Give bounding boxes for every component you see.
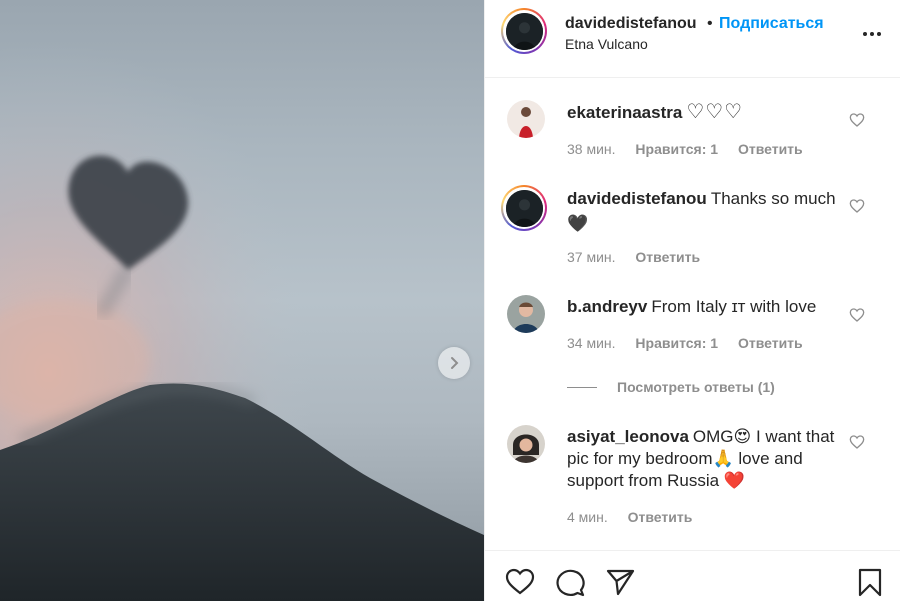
commenter-avatar[interactable] xyxy=(501,185,547,231)
heart-icon xyxy=(849,308,865,322)
comment-like-button[interactable] xyxy=(849,434,865,450)
volcano-photo-image xyxy=(0,0,484,601)
heart-icon xyxy=(849,199,865,213)
comment-username[interactable]: ekaterinaastra xyxy=(567,103,682,122)
commenter-avatar[interactable] xyxy=(507,295,545,333)
comment-like-button[interactable] xyxy=(849,112,865,128)
heart-icon xyxy=(849,113,865,127)
save-button[interactable] xyxy=(855,567,885,597)
comment-like-button[interactable] xyxy=(849,307,865,323)
comment-text: Thanks so much xyxy=(710,189,836,208)
author-avatar-image xyxy=(505,12,543,50)
bookmark-icon xyxy=(858,568,882,597)
reply-button[interactable]: Ответить xyxy=(635,249,700,265)
commenter-avatar-image xyxy=(507,295,545,333)
like-button[interactable] xyxy=(505,567,535,597)
replies-divider-line xyxy=(567,386,597,388)
view-replies-button[interactable]: Посмотреть ответы (1) xyxy=(567,377,775,397)
reply-button[interactable]: Ответить xyxy=(738,141,803,157)
comment-username[interactable]: davidedistefanou xyxy=(567,189,707,208)
post-header: davidedistefanou • Подписаться Etna Vulc… xyxy=(485,0,900,78)
more-horizontal-icon xyxy=(863,32,867,36)
comment-like-button[interactable] xyxy=(849,198,865,214)
separator-dot: • xyxy=(707,15,713,32)
comment-text: From Italy ɪᴛ with love xyxy=(651,297,817,316)
commenter-avatar[interactable] xyxy=(507,100,545,138)
comment-likes-count[interactable]: Нравится: 1 xyxy=(635,335,718,351)
black-heart-emoji: 🖤 xyxy=(567,214,589,233)
paper-plane-icon xyxy=(606,569,635,596)
commenter-avatar-image xyxy=(507,100,545,138)
commenter-avatar-image xyxy=(507,425,545,463)
author-username[interactable]: davidedistefanou xyxy=(565,15,697,33)
reply-button[interactable]: Ответить xyxy=(738,335,803,351)
post-photo[interactable] xyxy=(0,0,484,601)
commenter-avatar[interactable] xyxy=(507,425,545,463)
comment-button[interactable] xyxy=(555,567,585,597)
view-replies-label: Посмотреть ответы (1) xyxy=(617,379,775,395)
comment-username[interactable]: b.andreyv xyxy=(567,297,647,316)
commenter-avatar-image xyxy=(505,189,543,227)
comment-time[interactable]: 34 мин. xyxy=(567,335,616,351)
comment-likes-count[interactable]: Нравится: 1 xyxy=(635,141,718,157)
post-location[interactable]: Etna Vulcano xyxy=(565,36,648,52)
post-side-panel: davidedistefanou • Подписаться Etna Vulc… xyxy=(484,0,900,601)
heart-icon xyxy=(505,568,535,595)
comments-list: ekaterinaastra ♡♡♡ 38 мин. Нравится: 1 От… xyxy=(485,79,900,549)
comment-text-part: OMG xyxy=(692,427,734,446)
comment-time[interactable]: 37 мин. xyxy=(567,249,616,265)
comment-username[interactable]: asiyat_leonova xyxy=(567,427,689,446)
comment-icon xyxy=(556,569,585,597)
chevron-right-icon xyxy=(451,357,459,369)
post-actions-bar xyxy=(485,550,900,601)
heart-icon xyxy=(849,435,865,449)
heart-eyes-emoji: 😍 xyxy=(733,427,752,446)
red-heart-emoji: ❤️ xyxy=(723,471,746,490)
share-button[interactable] xyxy=(605,567,635,597)
next-photo-button[interactable] xyxy=(438,347,470,379)
more-options-button[interactable] xyxy=(859,24,885,44)
folded-hands-emoji: 🙏 xyxy=(712,449,734,468)
comment-text: ♡♡♡ xyxy=(686,101,744,123)
author-avatar[interactable] xyxy=(501,8,547,54)
comment-time[interactable]: 38 мин. xyxy=(567,141,616,157)
comment-time[interactable]: 4 мин. xyxy=(567,509,608,525)
follow-button[interactable]: Подписаться xyxy=(719,15,824,33)
reply-button[interactable]: Ответить xyxy=(628,509,693,525)
